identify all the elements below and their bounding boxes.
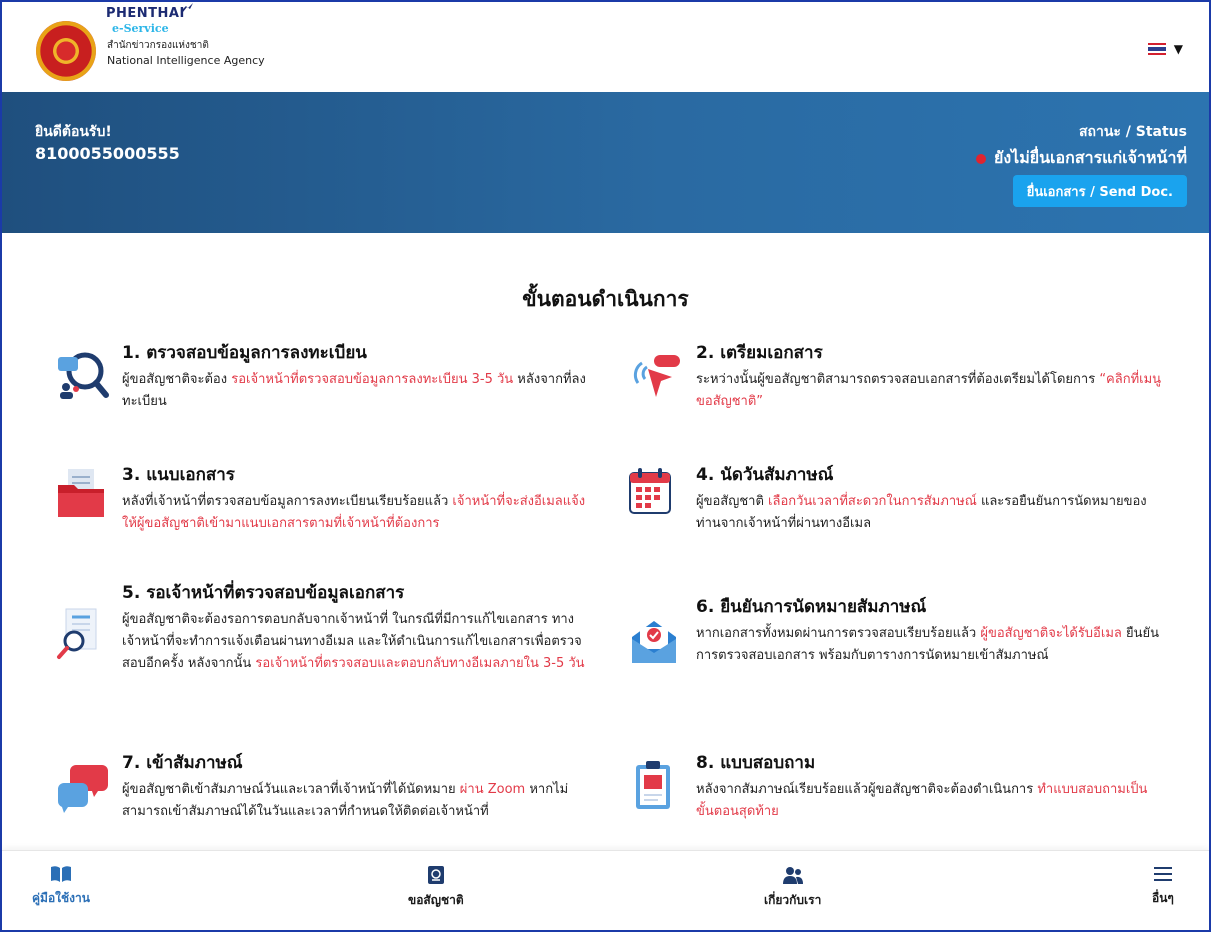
step-title: 7. เข้าสัมภาษณ์	[122, 753, 243, 773]
user-status-banner: ยินดีต้อนรับ! 8100055000555 สถานะ / Stat…	[2, 92, 1209, 233]
brand-subtitle: e-Service	[112, 22, 169, 35]
caret-down-icon: ▼	[1173, 42, 1183, 56]
app-frame: PHENTHAI e-Service สำนักข่าวกรองแห่งชาติ…	[0, 0, 1211, 932]
brand-name: PHENTHAI	[106, 6, 185, 21]
step-description: ผู้ขอสัญชาติ เลือกวันเวลาที่สะดวกในการสั…	[696, 494, 1147, 531]
nav-more[interactable]: อื่นๆ	[1152, 865, 1174, 908]
qa-chat-icon	[54, 759, 108, 813]
status-text: ยังไม่ยื่นเอกสารแก่เจ้าหน้าที่	[993, 148, 1187, 167]
bird-icon	[180, 2, 194, 18]
step-title: 1. ตรวจสอบข้อมูลการลงทะเบียน	[122, 343, 367, 363]
book-icon	[50, 866, 71, 882]
step-description: หากเอกสารทั้งหมดผ่านการตรวจสอบเรียบร้อยแ…	[696, 626, 1159, 663]
status-value: ยังไม่ยื่นเอกสารแก่เจ้าหน้าที่	[975, 146, 1187, 171]
agency-name-en: National Intelligence Agency	[107, 54, 265, 67]
nav-label: คู่มือใช้งาน	[32, 891, 90, 905]
click-cursor-icon	[628, 347, 680, 397]
step-description: ผู้ขอสัญชาติจะต้องรอการตอบกลับจากเจ้าหน้…	[122, 612, 585, 671]
menu-icon	[1153, 867, 1172, 881]
nav-guide[interactable]: คู่มือใช้งาน	[32, 865, 90, 908]
email-check-icon	[628, 613, 676, 663]
page-title: ขั้นตอนดำเนินการ	[522, 287, 689, 311]
step-title: 8. แบบสอบถาม	[696, 753, 816, 773]
step-description: หลังจากสัมภาษณ์เรียบร้อยแล้วผู้ขอสัญชาติ…	[696, 782, 1148, 819]
document-folder-icon	[54, 465, 104, 517]
thai-flag-icon	[1147, 43, 1166, 55]
users-icon	[782, 867, 803, 884]
document-search-icon	[54, 607, 100, 659]
nav-nationality[interactable]: ขอสัญชาติ	[408, 865, 464, 910]
step-description: หลังที่เจ้าหน้าที่ตรวจสอบข้อมูลการลงทะเบ…	[122, 494, 586, 531]
agency-name-th: สำนักข่าวกรองแห่งชาติ	[107, 40, 209, 51]
agency-seal-logo	[36, 21, 96, 81]
step-title: 6. ยืนยันการนัดหมายสัมภาษณ์	[696, 597, 927, 617]
passport-icon	[427, 866, 444, 884]
top-header: PHENTHAI e-Service สำนักข่าวกรองแห่งชาติ…	[2, 2, 1209, 92]
step-title: 2. เตรียมเอกสาร	[696, 343, 823, 363]
step-title: 5. รอเจ้าหน้าที่ตรวจสอบข้อมูลเอกสาร	[122, 583, 405, 603]
step-title: 3. แนบเอกสาร	[122, 465, 235, 485]
step-title: 4. นัดวันสัมภาษณ์	[696, 465, 834, 485]
process-steps-section: ขั้นตอนดำเนินการ 1. ตรวจสอบข้อมูลการลงทะ…	[2, 233, 1209, 853]
status-dot-icon	[975, 153, 986, 164]
welcome-text: ยินดีต้อนรับ!	[35, 124, 112, 140]
user-id: 8100055000555	[35, 144, 180, 163]
calendar-icon	[628, 465, 674, 515]
status-label: สถานะ / Status	[1078, 124, 1187, 140]
language-selector[interactable]: ▼	[1147, 42, 1183, 56]
nav-label: อื่นๆ	[1152, 891, 1174, 905]
nav-label: เกี่ยวกับเรา	[764, 893, 822, 907]
step-description: ผู้ขอสัญชาติเข้าสัมภาษณ์วันและเวลาที่เจ้…	[122, 782, 569, 819]
search-user-icon	[54, 347, 109, 399]
clipboard-question-icon	[628, 759, 674, 809]
send-doc-button[interactable]: ยื่นเอกสาร / Send Doc.	[1012, 175, 1187, 207]
nav-about[interactable]: เกี่ยวกับเรา	[764, 865, 821, 910]
step-description: ระหว่างนั้นผู้ขอสัญชาติสามารถตรวจสอบเอกส…	[696, 372, 1162, 409]
bottom-navigation: คู่มือใช้งาน ขอสัญชาติ เกี่ยวกับเรา อื่น…	[2, 850, 1209, 930]
step-description: ผู้ขอสัญชาติจะต้อง รอเจ้าหน้าที่ตรวจสอบข…	[122, 372, 586, 409]
nav-label: ขอสัญชาติ	[408, 893, 464, 907]
